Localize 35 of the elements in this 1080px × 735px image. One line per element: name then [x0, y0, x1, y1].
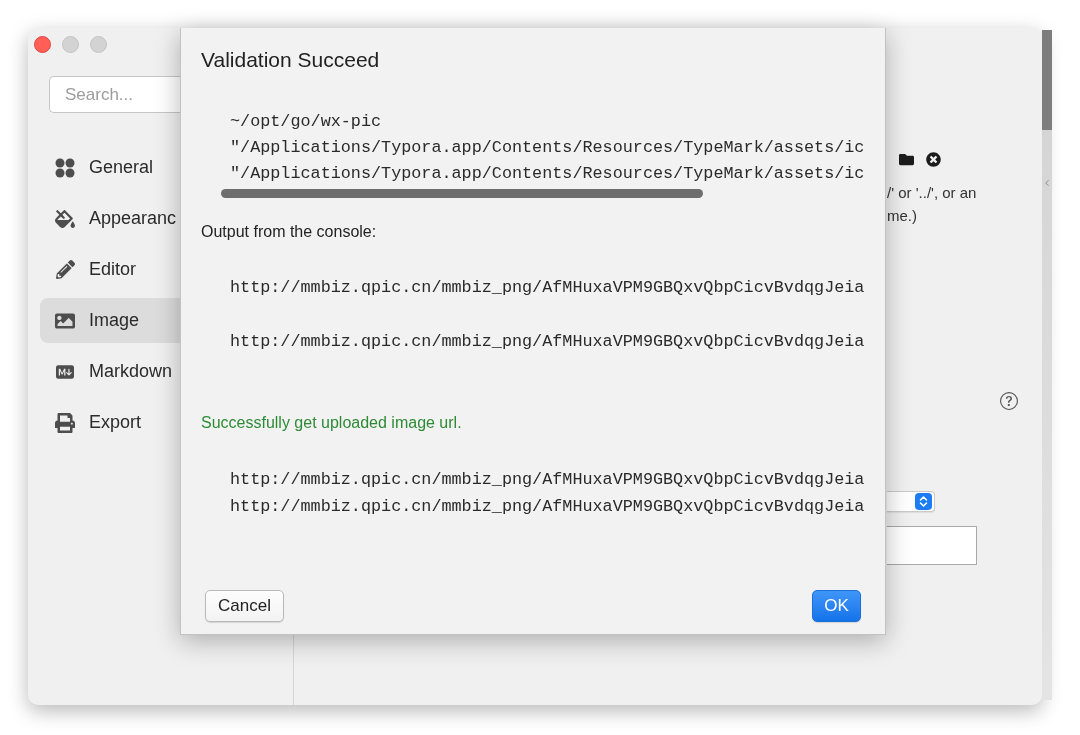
sidebar-item[interactable]: Image [40, 298, 180, 343]
text-input-field[interactable] [887, 526, 977, 565]
dots-grid-icon [55, 157, 75, 178]
folder-icon[interactable] [898, 152, 915, 167]
sidebar-item[interactable]: Appearanc [40, 196, 180, 241]
console-heading: Output from the console: [201, 222, 377, 242]
console-line: http://mmbiz.qpic.cn/mmbiz_png/AfMHuxaVPM9GBQxvQbpCicvBvdqgJeia [230, 277, 865, 299]
paint-bucket-icon [55, 208, 75, 229]
sidebar-item[interactable]: Export [40, 400, 180, 445]
sidebar-item[interactable]: Editor [40, 247, 180, 292]
hint-text: me.) [887, 206, 918, 226]
code-line: "/Applications/Typora.app/Contents/Resources/TypeMark/assets/ic [230, 137, 865, 159]
stepper-icon [915, 493, 932, 510]
markdown-icon [55, 362, 75, 381]
scrollbar-thumb[interactable] [221, 189, 703, 198]
clear-icon[interactable] [926, 152, 941, 167]
sidebar-item[interactable]: Markdown [40, 349, 180, 394]
dialog-title: Validation Succeed [201, 47, 380, 73]
hint-text: /' or '../', or an [887, 183, 978, 203]
help-icon[interactable] [1000, 392, 1018, 410]
pencil-icon [55, 260, 75, 279]
code-line: ~/opt/go/wx-pic [230, 111, 382, 133]
url-line: http://mmbiz.qpic.cn/mmbiz_png/AfMHuxaVPM9GBQxvQbpCicvBvdqgJeia [230, 496, 865, 518]
printer-icon [55, 412, 75, 433]
console-line: http://mmbiz.qpic.cn/mmbiz_png/AfMHuxaVPM9GBQxvQbpCicvBvdqgJeia [230, 331, 865, 353]
ok-button[interactable]: OK [812, 590, 861, 622]
scrollbar-thumb[interactable] [1042, 30, 1052, 130]
dropdown-select[interactable] [887, 491, 935, 512]
url-line: http://mmbiz.qpic.cn/mmbiz_png/AfMHuxaVPM9GBQxvQbpCicvBvdqgJeia [230, 469, 865, 491]
search-field[interactable]: Search... [49, 76, 180, 113]
window-control[interactable] [34, 36, 51, 53]
cancel-button[interactable]: Cancel [205, 590, 284, 622]
success-message: Successfully get uploaded image url. [201, 413, 462, 433]
sidebar-item[interactable]: General [40, 145, 180, 190]
code-line: "/Applications/Typora.app/Contents/Resources/TypeMark/assets/ic [230, 163, 865, 185]
